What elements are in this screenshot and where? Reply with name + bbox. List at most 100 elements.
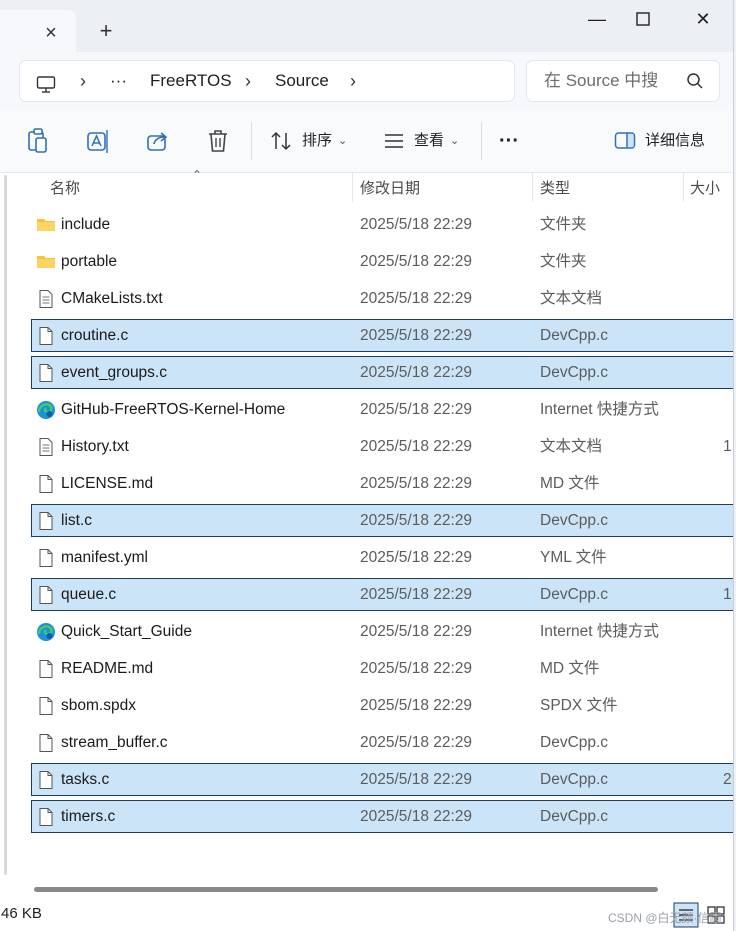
file-row[interactable]: sbom.spdx 2025/5/18 22:29 SPDX 文件 [31,689,733,722]
breadcrumb-more[interactable]: ··· [110,61,127,101]
sort-up-indicator-icon: ⌃ [192,168,203,182]
file-type: 文件夹 [540,216,587,233]
file-type: DevCpp.c [540,586,609,603]
file-row[interactable]: croutine.c 2025/5/18 22:29 DevCpp.c [31,319,733,352]
close-button[interactable]: ✕ [680,2,726,36]
tab-close-button[interactable]: × [38,20,64,46]
file-row[interactable]: timers.c 2025/5/18 22:29 DevCpp.c [31,800,733,833]
file-row[interactable]: list.c 2025/5/18 22:29 DevCpp.c [31,504,733,537]
view-button[interactable]: 查看 ⌄ [383,124,463,158]
file-row[interactable]: LICENSE.md 2025/5/18 22:29 MD 文件 [31,467,733,500]
column-header-type[interactable]: 类型 [540,177,570,198]
sort-button[interactable]: 排序 ⌄ [270,124,350,158]
chevron-right-icon[interactable]: › [245,61,251,101]
file-name: manifest.yml [61,549,148,566]
file-list: include 2025/5/18 22:29 文件夹 portable 2025/5/… [0,208,733,868]
sort-label: 排序 [302,132,333,149]
file-modified-date: 2025/5/18 22:29 [360,253,473,270]
breadcrumb-freertos[interactable]: FreeRTOS [150,61,232,101]
file-row[interactable]: GitHub-FreeRTOS-Kernel-Home 2025/5/18 22:… [31,393,733,426]
rename-button[interactable] [86,124,112,158]
column-header-size[interactable]: 大小 [690,177,720,198]
file-icon [36,326,56,346]
file-name: sbom.spdx [61,697,136,714]
watermark: CSDN @白无颜·信圆 [608,911,722,925]
delete-button[interactable] [206,124,232,158]
file-name: CMakeLists.txt [61,290,163,307]
breadcrumb-source[interactable]: Source [275,61,329,101]
maximize-button[interactable] [620,2,666,36]
address-bar[interactable]: › ··· FreeRTOS › Source › [20,61,514,101]
file-row[interactable]: Quick_Start_Guide 2025/5/18 22:29 Internet… [31,615,733,648]
file-icon [36,363,56,383]
file-row[interactable]: stream_buffer.c 2025/5/18 22:29 DevCpp.c [31,726,733,759]
chevron-right-icon[interactable]: › [80,61,86,101]
file-modified-date: 2025/5/18 22:29 [360,586,473,603]
file-icon [36,696,56,716]
file-name: list.c [61,512,92,529]
chevron-down-icon: ⌄ [450,135,460,147]
search-icon[interactable] [686,72,704,90]
minimize-button[interactable]: — [574,2,620,36]
file-row[interactable]: README.md 2025/5/18 22:29 MD 文件 [31,652,733,685]
file-size: 1 [723,438,732,455]
details-pane-icon [614,132,636,149]
edge-shortcut-icon [36,400,56,420]
search-input[interactable]: 在 Source 中搜 [527,61,719,101]
toolbar-divider [251,122,252,160]
file-name: LICENSE.md [61,475,154,492]
file-row[interactable]: portable 2025/5/18 22:29 文件夹 [31,245,733,278]
file-name: GitHub-FreeRTOS-Kernel-Home [61,401,286,418]
file-type: 文本文档 [540,290,603,307]
file-name: Quick_Start_Guide [61,623,192,640]
file-icon [36,659,56,679]
file-modified-date: 2025/5/18 22:29 [360,771,473,788]
details-pane-button[interactable]: 详细信息 [614,124,714,158]
file-type: DevCpp.c [540,771,609,788]
file-modified-date: 2025/5/18 22:29 [360,290,473,307]
command-bar: 排序 ⌄ 查看 ⌄ ··· 详细信息 [0,110,733,173]
file-name: History.txt [61,438,129,455]
copy-button[interactable] [26,124,52,158]
computer-icon[interactable] [36,70,56,93]
column-divider[interactable] [683,172,684,202]
new-tab-button[interactable]: + [93,18,119,44]
column-divider[interactable] [532,172,533,202]
file-icon [36,548,56,568]
file-row[interactable]: History.txt 2025/5/18 22:29 文本文档 1 [31,430,733,463]
file-row[interactable]: include 2025/5/18 22:29 文件夹 [31,208,733,241]
file-type: 文件夹 [540,253,587,270]
file-modified-date: 2025/5/18 22:29 [360,438,473,455]
file-icon [36,474,56,494]
file-explorer-window: × + — ✕ › ··· FreeRTOS › Source › 在 Sour… [0,0,734,931]
file-icon [36,770,56,790]
file-name: croutine.c [61,327,129,344]
file-modified-date: 2025/5/18 22:29 [360,401,473,418]
file-row[interactable]: queue.c 2025/5/18 22:29 DevCpp.c 1 [31,578,733,611]
tab-source[interactable]: × [0,10,76,52]
column-header-name[interactable]: 名称 [50,177,80,198]
file-name: include [61,216,111,233]
file-size: 2 [723,771,732,788]
address-row: › ··· FreeRTOS › Source › 在 Source 中搜 [0,52,733,110]
file-type: DevCpp.c [540,327,609,344]
horizontal-scrollbar-thumb[interactable] [34,887,658,892]
file-row[interactable]: event_groups.c 2025/5/18 22:29 DevCpp.c [31,356,733,389]
trash-icon [209,130,227,152]
file-modified-date: 2025/5/18 22:29 [360,475,473,492]
file-modified-date: 2025/5/18 22:29 [360,549,473,566]
chevron-right-icon[interactable]: › [350,61,356,101]
text-file-icon [36,289,56,309]
more-button[interactable]: ··· [499,124,525,158]
share-button[interactable] [146,124,172,158]
file-type: MD 文件 [540,475,600,492]
file-row[interactable]: manifest.yml 2025/5/18 22:29 YML 文件 [31,541,733,574]
column-header-date[interactable]: 修改日期 [360,177,420,198]
folder-icon [36,252,56,272]
file-row[interactable]: tasks.c 2025/5/18 22:29 DevCpp.c 2 [31,763,733,796]
file-type: MD 文件 [540,660,600,677]
column-divider[interactable] [352,172,353,202]
file-row[interactable]: CMakeLists.txt 2025/5/18 22:29 文本文档 [31,282,733,315]
horizontal-scrollbar[interactable] [0,883,733,895]
file-icon [36,585,56,605]
